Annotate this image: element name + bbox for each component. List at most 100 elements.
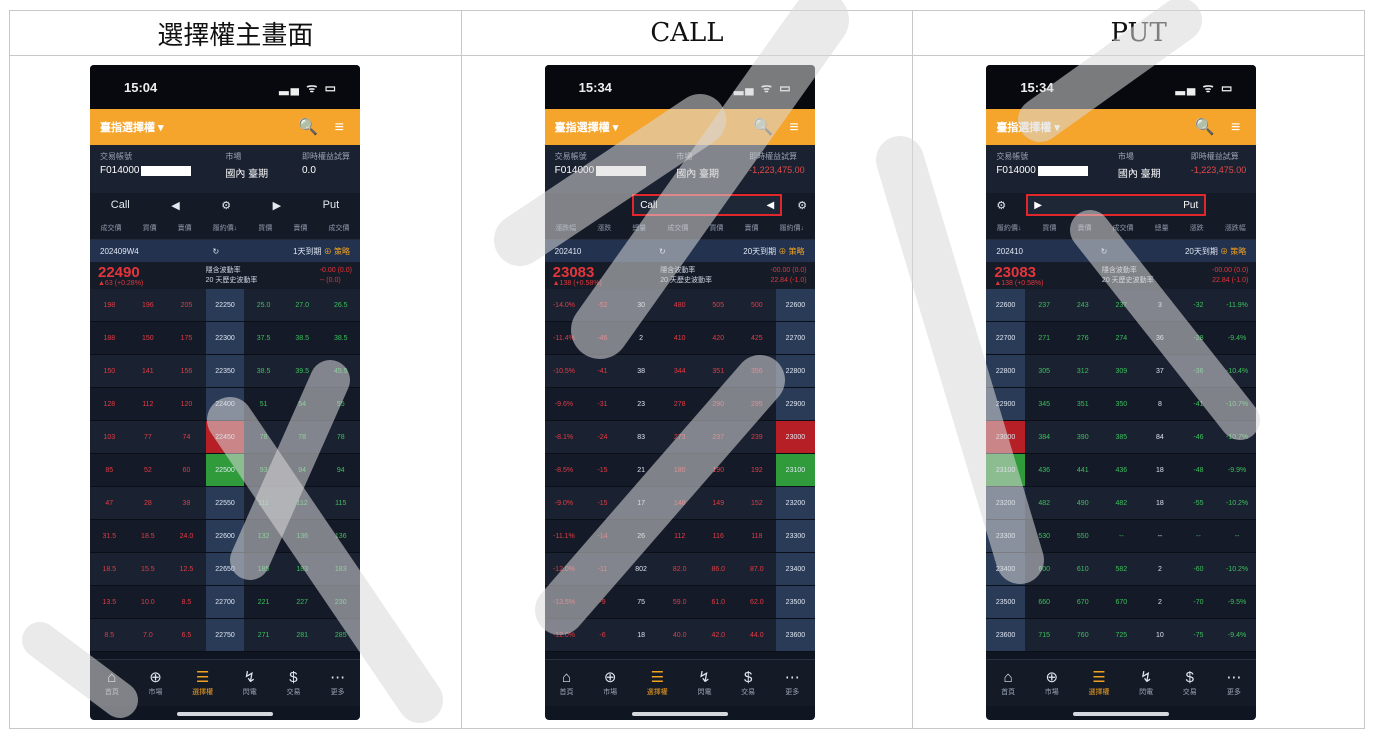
strike-price[interactable]: 23300 <box>776 520 815 552</box>
call-cell[interactable]: 190 <box>699 467 738 474</box>
call-cell[interactable]: 2 <box>622 335 661 342</box>
call-cell[interactable]: -41 <box>583 368 622 375</box>
strike-price[interactable]: 22450 <box>205 421 245 453</box>
put-cell[interactable]: 112 <box>283 500 322 507</box>
put-cell[interactable]: 18 <box>1141 467 1180 474</box>
put-cell[interactable]: 670 <box>1102 599 1141 606</box>
strike-price[interactable]: 22350 <box>205 355 245 387</box>
call-cell[interactable]: 196 <box>129 302 168 309</box>
option-row[interactable]: 23000 384 390 385 84 -46 -10.7% <box>986 421 1257 454</box>
nav-item[interactable]: ↯ 閃電 <box>243 670 257 697</box>
put-cell[interactable]: 26.5 <box>321 302 360 309</box>
put-cell[interactable]: 136 <box>283 533 322 540</box>
call-cell[interactable]: -12.0% <box>545 632 584 639</box>
strike-price[interactable]: 23500 <box>986 586 1025 618</box>
column-header[interactable]: 履約價↓ <box>213 223 238 233</box>
put-cell[interactable]: 610 <box>1063 566 1102 573</box>
put-cell[interactable]: 84 <box>1141 434 1180 441</box>
call-cell[interactable]: 21 <box>622 467 661 474</box>
call-cell[interactable]: 30 <box>622 302 661 309</box>
strike-price[interactable]: 22250 <box>205 289 245 321</box>
call-cell[interactable]: -15 <box>583 500 622 507</box>
put-cell[interactable]: 285 <box>321 632 360 639</box>
call-cell[interactable]: 18.5 <box>90 566 129 573</box>
put-cell[interactable]: -10.7% <box>1218 401 1257 408</box>
nav-item[interactable]: ⊕ 市場 <box>1045 670 1059 697</box>
put-cell[interactable]: 183 <box>283 566 322 573</box>
call-cell[interactable]: 77 <box>129 434 168 441</box>
strike-price[interactable]: 22650 <box>205 553 245 585</box>
strike-price[interactable]: 22800 <box>986 355 1025 387</box>
call-cell[interactable]: 61.0 <box>699 599 738 606</box>
call-cell[interactable]: 38 <box>167 500 206 507</box>
strike-price[interactable]: 23500 <box>776 586 815 618</box>
call-cell[interactable]: 198 <box>90 302 129 309</box>
put-cell[interactable]: 350 <box>1102 401 1141 408</box>
home-indicator[interactable] <box>631 712 728 716</box>
put-cell[interactable]: -60 <box>1179 566 1218 573</box>
put-cell[interactable]: 530 <box>1025 533 1064 540</box>
call-cell[interactable]: -8.1% <box>545 434 584 441</box>
option-row[interactable]: -12.0% -6 18 40.0 42.0 44.0 23600 <box>544 619 815 652</box>
put-cell[interactable]: 237 <box>1025 302 1064 309</box>
option-row[interactable]: 8.5 7.0 6.5 22750 271 281 285 <box>90 619 360 652</box>
put-cell[interactable]: 482 <box>1102 500 1141 507</box>
option-row[interactable]: -11.1% -14 26 112 116 118 23300 <box>544 520 815 553</box>
put-cell[interactable]: 550 <box>1063 533 1102 540</box>
put-cell[interactable]: 276 <box>1063 335 1102 342</box>
put-cell[interactable]: 436 <box>1025 467 1064 474</box>
call-cell[interactable]: -14 <box>583 533 622 540</box>
call-cell[interactable]: 410 <box>660 335 699 342</box>
call-cell[interactable]: 85 <box>90 467 129 474</box>
call-cell[interactable]: -24 <box>583 434 622 441</box>
put-cell[interactable]: 36 <box>1141 335 1180 342</box>
column-header[interactable]: 成交價 <box>1113 223 1134 233</box>
option-row[interactable]: 150 141 156 22350 38.5 39.5 45.5 <box>90 355 360 388</box>
put-cell[interactable]: -9.9% <box>1218 467 1257 474</box>
call-cell[interactable]: 24.0 <box>167 533 206 540</box>
put-cell[interactable]: 309 <box>1102 368 1141 375</box>
call-cell[interactable]: 18.5 <box>129 533 168 540</box>
arrow-right-icon[interactable]: ▶ <box>1034 200 1042 211</box>
option-row[interactable]: 23200 482 490 482 18 -55 -10.2% <box>986 487 1257 520</box>
put-cell[interactable]: 600 <box>1025 566 1064 573</box>
put-cell[interactable]: 18 <box>1141 500 1180 507</box>
call-cell[interactable]: 40.0 <box>660 632 699 639</box>
option-row[interactable]: 85 52 60 22500 93 94 94 <box>90 454 360 487</box>
call-cell[interactable]: 8.5 <box>167 599 206 606</box>
option-row[interactable]: 22700 271 276 274 36 -28 -9.4% <box>986 322 1257 355</box>
call-cell[interactable]: 10.0 <box>129 599 168 606</box>
strike-price[interactable]: 23300 <box>986 520 1025 552</box>
call-cell[interactable]: 356 <box>738 368 777 375</box>
strategy-button[interactable]: ⊕ 策略 <box>778 247 804 256</box>
strike-price[interactable]: 22600 <box>776 289 815 321</box>
nav-item[interactable]: ⌂ 首頁 <box>559 670 573 697</box>
option-row[interactable]: -12.0% -11 802 82.0 86.0 87.0 23400 <box>544 553 815 586</box>
put-cell[interactable]: -10.7% <box>1218 434 1257 441</box>
put-cell[interactable]: 482 <box>1025 500 1064 507</box>
expiry-select[interactable]: 202410 <box>996 247 1023 256</box>
put-cell[interactable]: 10 <box>1141 632 1180 639</box>
option-row[interactable]: -11.4% -46 2 410 420 425 22700 <box>544 322 815 355</box>
strike-price[interactable]: 22700 <box>205 586 245 618</box>
put-cell[interactable]: 274 <box>1102 335 1141 342</box>
column-header[interactable]: 漲跌幅 <box>555 223 576 233</box>
option-row[interactable]: -9.6% -31 23 278 290 295 22900 <box>544 388 815 421</box>
call-cell[interactable]: 75 <box>622 599 661 606</box>
call-cell[interactable]: 7.0 <box>129 632 168 639</box>
arrow-left-icon[interactable]: ◀ <box>766 200 774 211</box>
put-cell[interactable]: -- <box>1218 533 1257 540</box>
call-cell[interactable]: -10.5% <box>545 368 584 375</box>
call-cell[interactable]: 6.5 <box>167 632 206 639</box>
put-cell[interactable]: 760 <box>1063 632 1102 639</box>
call-cell[interactable]: 8.5 <box>90 632 129 639</box>
put-cell[interactable]: -10.4% <box>1218 368 1257 375</box>
call-tab[interactable]: Call <box>640 200 657 211</box>
home-indicator[interactable] <box>1073 712 1170 716</box>
call-cell[interactable]: 87.0 <box>738 566 777 573</box>
strike-price[interactable]: 23600 <box>986 619 1025 651</box>
put-cell[interactable]: -9.4% <box>1218 335 1257 342</box>
option-row[interactable]: 103 77 74 22450 78 78 78 <box>90 421 360 454</box>
put-cell[interactable]: -9.4% <box>1218 632 1257 639</box>
strike-price[interactable]: 22550 <box>205 487 245 519</box>
